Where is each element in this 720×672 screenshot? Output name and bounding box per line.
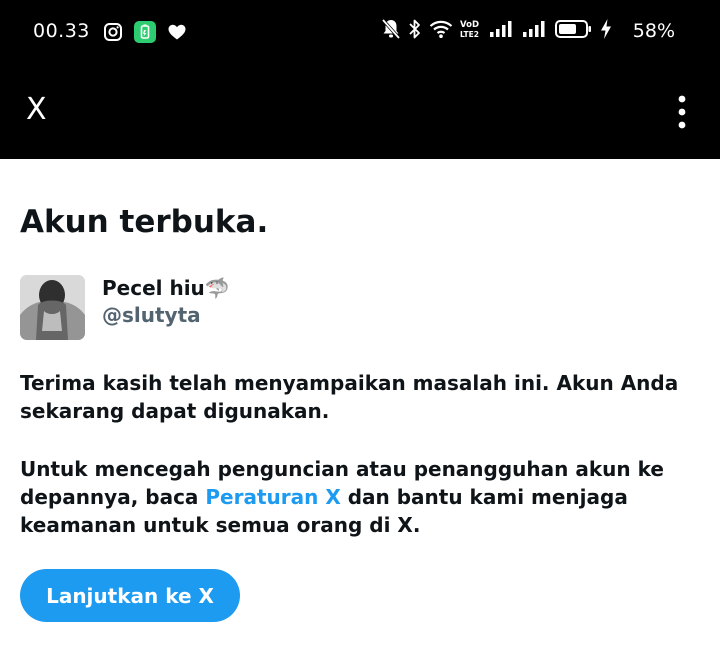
close-button[interactable]: X (26, 95, 47, 125)
account-handle: @slutyta (102, 303, 201, 327)
continue-to-x-button[interactable]: Lanjutkan ke X (20, 569, 240, 622)
account-name: Pecel hiu🦈 (102, 276, 230, 300)
status-time: 00.33 (33, 20, 90, 42)
battery-icon (555, 19, 593, 43)
heart-icon (167, 22, 187, 46)
signal-sim2-icon (522, 20, 548, 42)
charging-icon (600, 18, 612, 44)
page-title: Akun terbuka. (20, 204, 269, 240)
more-options-icon[interactable] (670, 94, 694, 130)
rules-message: Untuk mencegah penguncian atau penangguh… (20, 455, 700, 539)
svg-text:VoD: VoD (460, 20, 479, 30)
avatar (20, 275, 85, 340)
bluetooth-icon (408, 18, 422, 44)
app-bar: X (0, 64, 720, 159)
svg-text:LTE2: LTE2 (460, 30, 479, 39)
mute-bell-icon (381, 18, 401, 44)
status-bar: 00.33 VoD LTE2 58% (0, 0, 720, 64)
app-notification-icon (134, 21, 156, 47)
signal-sim1-icon (489, 20, 515, 42)
rules-link[interactable]: Peraturan X (205, 485, 340, 509)
instagram-icon (103, 22, 123, 46)
confirmation-message: Terima kasih telah menyampaikan masalah … (20, 371, 679, 423)
wifi-icon (429, 19, 453, 43)
volte-icon: VoD LTE2 (460, 19, 482, 43)
system-icons: VoD LTE2 (381, 18, 612, 44)
battery-percentage: 58% (632, 20, 675, 42)
notification-icons (103, 21, 187, 47)
